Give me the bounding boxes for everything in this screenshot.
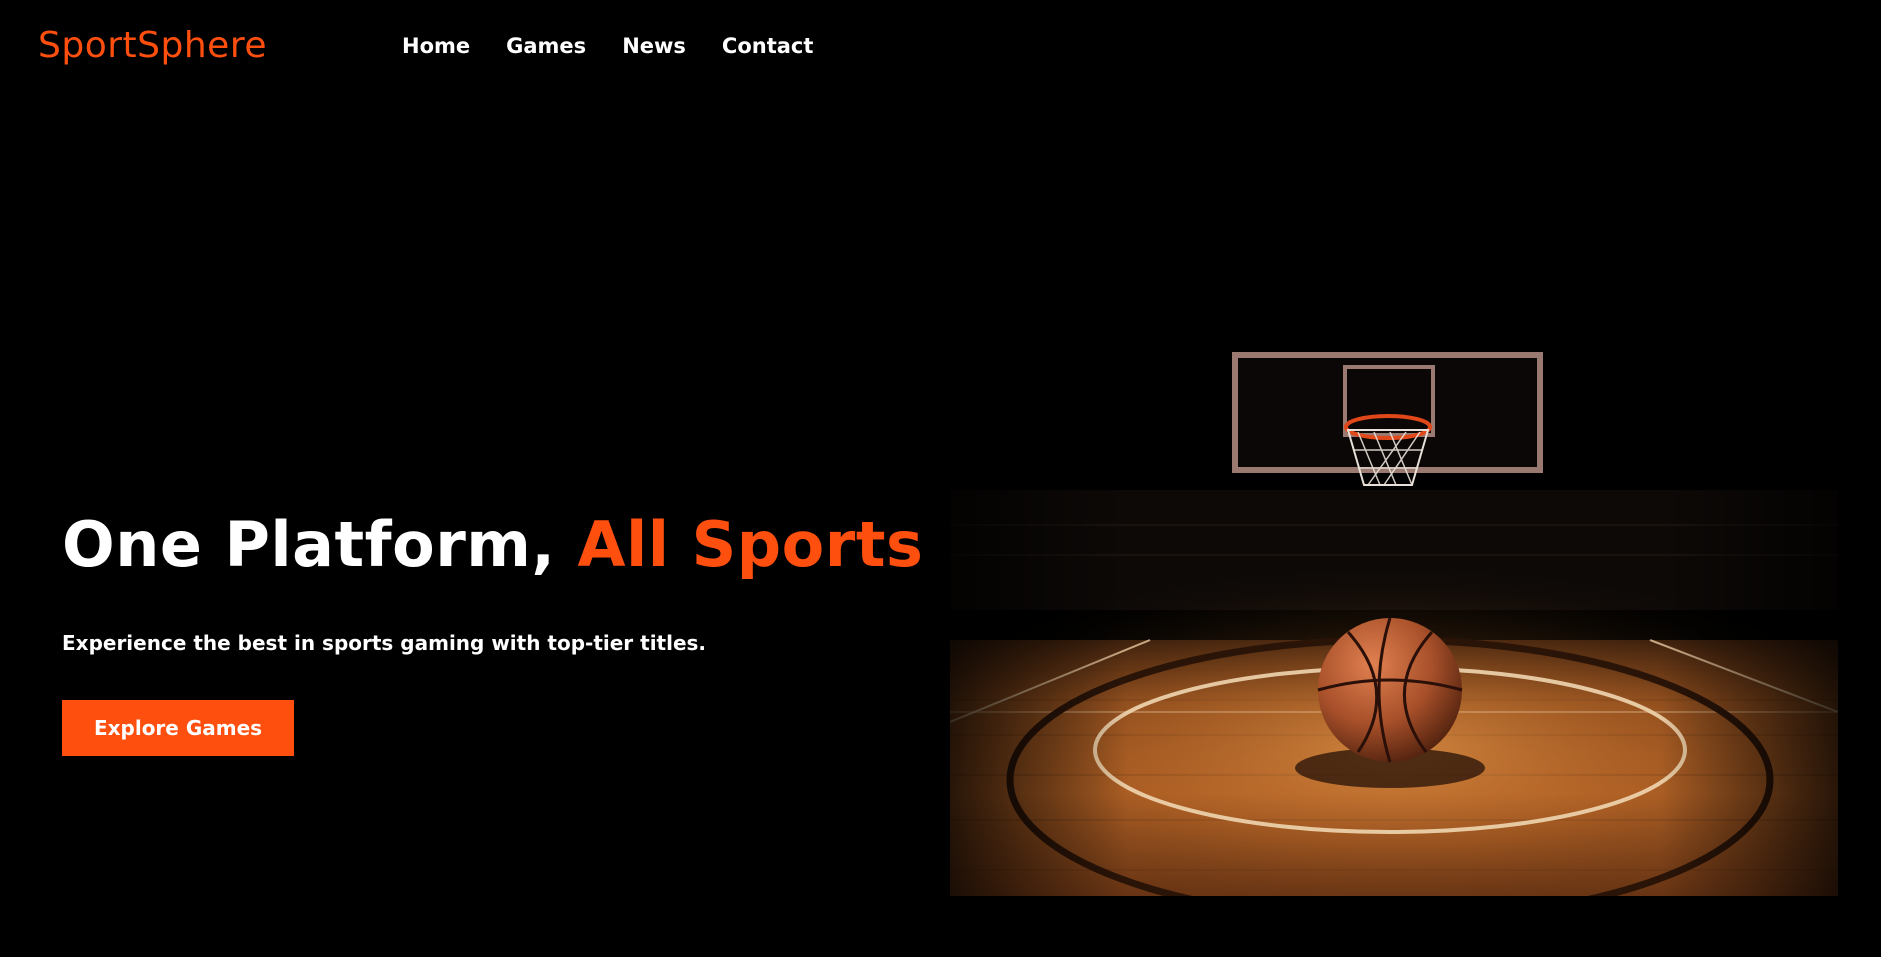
explore-games-button[interactable]: Explore Games [62,700,294,756]
hero-title-accent: All Sports [577,508,924,581]
navbar: SportSphere Home Games News Contact [0,0,1881,92]
hero-basketball-image [950,340,1838,896]
hero-title-main: One Platform, [62,508,578,581]
nav-links: Home Games News Contact [402,30,813,62]
hero-subtitle: Experience the best in sports gaming wit… [62,631,707,655]
brand-logo[interactable]: SportSphere [38,24,267,68]
nav-link-news[interactable]: News [622,30,686,62]
nav-link-home[interactable]: Home [402,30,470,62]
hero-title: One Platform, All Sports [62,508,923,582]
nav-link-games[interactable]: Games [506,30,586,62]
page: SportSphere Home Games News Contact One … [0,0,1881,957]
basketball-court-illustration [950,340,1838,896]
nav-link-contact[interactable]: Contact [722,30,814,62]
